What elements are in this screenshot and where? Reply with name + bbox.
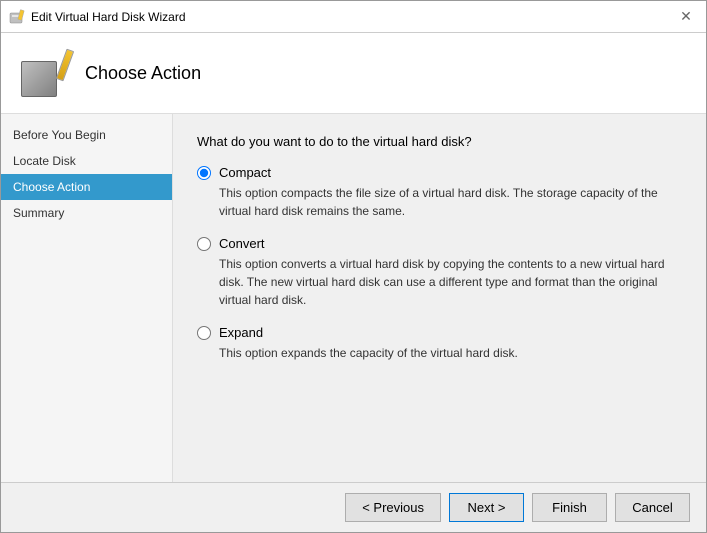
sidebar-item-summary[interactable]: Summary — [1, 200, 172, 226]
sidebar-item-locate-disk[interactable]: Locate Disk — [1, 148, 172, 174]
radio-convert[interactable] — [197, 237, 211, 251]
content-area: Before You Begin Locate Disk Choose Acti… — [1, 114, 706, 482]
option-group: Compact This option compacts the file si… — [197, 165, 682, 362]
finish-button[interactable]: Finish — [532, 493, 607, 522]
previous-button[interactable]: < Previous — [345, 493, 441, 522]
wizard-header: Choose Action — [1, 33, 706, 114]
main-content: What do you want to do to the virtual ha… — [173, 114, 706, 482]
option-convert-label[interactable]: Convert — [219, 236, 265, 251]
option-convert: Convert This option converts a virtual h… — [197, 236, 682, 309]
window-title: Edit Virtual Hard Disk Wizard — [31, 10, 674, 24]
footer: < Previous Next > Finish Cancel — [1, 482, 706, 532]
next-button[interactable]: Next > — [449, 493, 524, 522]
disk-shape — [21, 61, 57, 97]
radio-expand[interactable] — [197, 326, 211, 340]
sidebar: Before You Begin Locate Disk Choose Acti… — [1, 114, 173, 482]
option-convert-description: This option converts a virtual hard disk… — [219, 255, 682, 309]
close-button[interactable]: ✕ — [674, 5, 698, 29]
title-bar: Edit Virtual Hard Disk Wizard ✕ — [1, 1, 706, 33]
option-expand-row: Expand — [197, 325, 682, 340]
question-text: What do you want to do to the virtual ha… — [197, 134, 682, 149]
window-icon — [9, 9, 25, 25]
option-compact: Compact This option compacts the file si… — [197, 165, 682, 220]
option-expand: Expand This option expands the capacity … — [197, 325, 682, 362]
wizard-window: Edit Virtual Hard Disk Wizard ✕ Choose A… — [0, 0, 707, 533]
radio-compact[interactable] — [197, 166, 211, 180]
option-compact-description: This option compacts the file size of a … — [219, 184, 682, 220]
cancel-button[interactable]: Cancel — [615, 493, 690, 522]
sidebar-item-before-you-begin[interactable]: Before You Begin — [1, 122, 172, 148]
option-expand-label[interactable]: Expand — [219, 325, 263, 340]
header-icon — [21, 49, 69, 97]
option-expand-description: This option expands the capacity of the … — [219, 344, 682, 362]
option-convert-row: Convert — [197, 236, 682, 251]
sidebar-item-choose-action[interactable]: Choose Action — [1, 174, 172, 200]
option-compact-label[interactable]: Compact — [219, 165, 271, 180]
pencil-shape — [56, 49, 74, 82]
option-compact-row: Compact — [197, 165, 682, 180]
header-title: Choose Action — [85, 63, 201, 84]
